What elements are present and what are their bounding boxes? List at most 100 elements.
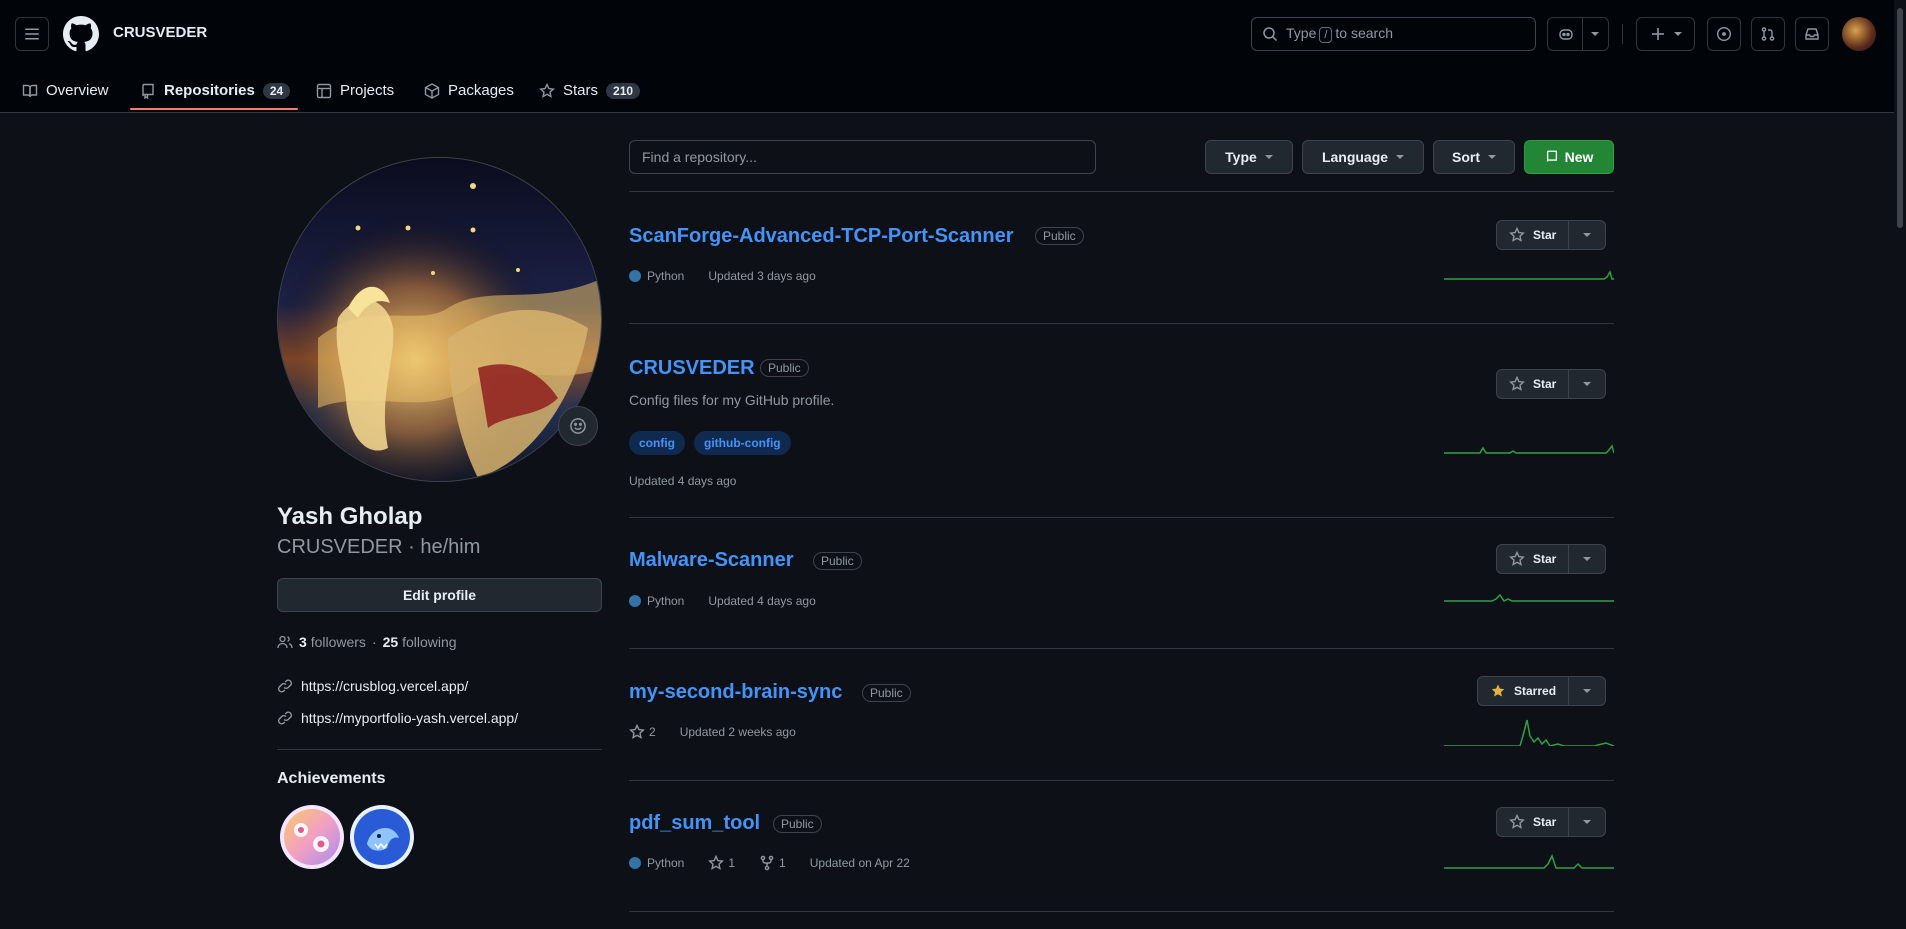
tab-projects[interactable]: Projects xyxy=(316,68,394,113)
star-icon xyxy=(1509,814,1525,829)
chevron-down-icon xyxy=(1583,382,1592,386)
profile-tabs: Overview Repositories 24 Projects Packag… xyxy=(0,68,1906,113)
achievements-title: Achievements xyxy=(277,770,386,787)
repo-name-link[interactable]: ScanForge-Advanced-TCP-Port-Scanner xyxy=(629,225,1014,248)
star-list-dropdown[interactable] xyxy=(1569,677,1605,705)
create-new-button[interactable] xyxy=(1636,17,1695,51)
repo-name-link[interactable]: my-second-brain-sync xyxy=(629,681,842,704)
inbox-button[interactable] xyxy=(1795,17,1829,51)
profile-link-1: https://crusblog.vercel.app/ xyxy=(277,678,468,694)
topic-tag[interactable]: github-config xyxy=(694,431,791,455)
repo-name-link[interactable]: Malware-Scanner xyxy=(629,549,794,572)
find-repository-input[interactable]: Find a repository... xyxy=(629,140,1096,174)
visibility-badge: Public xyxy=(773,815,822,833)
type-filter-button[interactable]: Type xyxy=(1205,140,1293,174)
pull-requests-button[interactable] xyxy=(1751,17,1785,51)
sort-button[interactable]: Sort xyxy=(1433,140,1515,174)
topic-tag[interactable]: config xyxy=(629,431,685,455)
type-filter-label: Type xyxy=(1225,149,1257,165)
repo-icon xyxy=(142,83,154,99)
portfolio-link[interactable]: https://myportfolio-yash.vercel.app/ xyxy=(301,710,518,726)
chevron-down-icon[interactable] xyxy=(1590,32,1599,36)
star-icon xyxy=(1509,551,1525,566)
repo-updated: Updated 4 days ago xyxy=(629,474,737,488)
star-fill-icon xyxy=(1491,684,1505,697)
search-hint-suffix: to search xyxy=(1335,25,1394,41)
achievement-pull-shark-badge[interactable] xyxy=(349,804,415,870)
followers-link[interactable]: 3 followers xyxy=(299,634,366,650)
repo-updated: Updated on Apr 22 xyxy=(809,856,910,870)
owner-name[interactable]: CRUSVEDER xyxy=(113,24,207,41)
repo-updated: Updated 4 days ago xyxy=(708,594,816,608)
repo-description: Config files for my GitHub profile. xyxy=(629,392,835,408)
tab-stars[interactable]: Stars 210 xyxy=(539,68,641,113)
activity-sparkline xyxy=(1444,593,1614,602)
repo-forks-link[interactable]: 1 xyxy=(779,856,786,870)
list-divider xyxy=(629,517,1614,518)
star-button[interactable]: Star xyxy=(1497,808,1570,836)
new-repository-button[interactable]: New xyxy=(1524,140,1614,174)
star-list-dropdown[interactable] xyxy=(1569,808,1605,836)
following-link[interactable]: 25 following xyxy=(383,634,457,650)
chevron-down-icon xyxy=(1583,820,1592,824)
language-color-dot xyxy=(629,270,641,282)
find-repository-placeholder: Find a repository... xyxy=(642,149,757,165)
tab-repositories[interactable]: Repositories 24 xyxy=(140,68,291,113)
copilot-separator xyxy=(1581,17,1583,51)
list-divider xyxy=(629,911,1614,912)
tab-packages[interactable]: Packages xyxy=(424,68,514,113)
star-button[interactable]: Star xyxy=(1497,545,1570,573)
star-button[interactable]: Star xyxy=(1497,370,1570,398)
star-button-group: Star xyxy=(1496,369,1607,399)
repo-stargazers-link[interactable]: 2 xyxy=(649,725,656,739)
package-icon xyxy=(424,82,440,99)
chevron-down-icon xyxy=(1583,557,1592,561)
repo-name-link[interactable]: pdf_sum_tool xyxy=(629,812,760,835)
github-mark-icon[interactable] xyxy=(63,16,99,52)
activity-sparkline xyxy=(1444,270,1614,280)
plus-icon xyxy=(1651,28,1664,40)
header-divider xyxy=(1622,24,1623,44)
star-icon xyxy=(1509,227,1525,242)
profile-login-pronouns: CRUSVEDER · he/him xyxy=(277,536,481,558)
page-scrollbar[interactable] xyxy=(1894,0,1906,929)
star-label: Star xyxy=(1533,377,1557,391)
list-divider xyxy=(629,648,1614,649)
language-filter-button[interactable]: Language xyxy=(1302,140,1424,174)
copilot-icon xyxy=(1558,29,1573,40)
copilot-button[interactable] xyxy=(1547,17,1609,51)
profile-link-2: https://myportfolio-yash.vercel.app/ xyxy=(277,710,518,726)
issues-button[interactable] xyxy=(1707,17,1741,51)
global-search[interactable]: Type / to search xyxy=(1251,17,1536,51)
chevron-down-icon xyxy=(1264,155,1273,159)
tab-overview[interactable]: Overview xyxy=(22,68,109,113)
repo-stargazers-link[interactable]: 1 xyxy=(728,856,735,870)
achievement-yolo-badge[interactable] xyxy=(279,804,345,870)
set-status-button[interactable] xyxy=(558,406,598,446)
scrollbar-thumb[interactable] xyxy=(1897,8,1903,228)
selected-tab-indicator xyxy=(130,108,298,110)
tab-projects-label: Projects xyxy=(340,82,395,99)
star-list-dropdown[interactable] xyxy=(1569,221,1605,249)
language-color-dot xyxy=(629,857,641,869)
menu-button[interactable] xyxy=(15,17,49,51)
chevron-down-icon xyxy=(1673,32,1682,36)
profile-photo[interactable] xyxy=(277,157,602,482)
language-filter-label: Language xyxy=(1321,149,1389,165)
repo-meta: Python Updated 3 days ago xyxy=(629,269,816,283)
repo-language: Python xyxy=(647,269,685,283)
blog-link[interactable]: https://crusblog.vercel.app/ xyxy=(301,678,468,694)
user-avatar[interactable] xyxy=(1842,17,1876,51)
star-list-dropdown[interactable] xyxy=(1569,370,1605,398)
star-list-dropdown[interactable] xyxy=(1569,545,1605,573)
repositories-counter: 24 xyxy=(262,82,291,99)
visibility-badge: Public xyxy=(1035,227,1084,245)
repo-name-link[interactable]: CRUSVEDER xyxy=(629,357,755,380)
edit-profile-button[interactable]: Edit profile xyxy=(277,578,602,612)
sidebar-divider xyxy=(277,749,602,750)
star-icon xyxy=(708,855,725,870)
issue-opened-icon xyxy=(1716,26,1732,42)
star-button[interactable]: Star xyxy=(1497,221,1570,249)
unstar-button[interactable]: Starred xyxy=(1478,677,1570,705)
table-icon xyxy=(316,83,332,98)
